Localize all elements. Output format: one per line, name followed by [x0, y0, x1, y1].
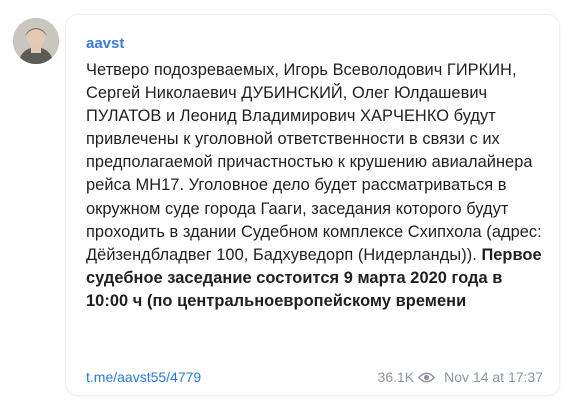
post-link[interactable]: t.me/aavst55/4779 — [86, 369, 201, 385]
author-name[interactable]: aavst — [86, 35, 543, 53]
message-bubble: aavst Четверо подозреваемых, Игорь Всево… — [66, 15, 559, 395]
message-meta: 36.1K Nov 14 at 17:37 — [378, 367, 543, 387]
message-text: Четверо подозреваемых, Игорь Всеволодови… — [86, 59, 543, 313]
message-text-plain: Четверо подозреваемых, Игорь Всеволодови… — [86, 61, 542, 264]
view-count: 36.1K — [377, 369, 415, 385]
eye-icon — [418, 372, 436, 383]
message-footer: t.me/aavst55/4779 36.1K Nov 14 at 17:37 — [86, 367, 543, 387]
post-date: Nov 14 at 17:37 — [444, 369, 543, 385]
channel-avatar[interactable] — [13, 18, 59, 64]
